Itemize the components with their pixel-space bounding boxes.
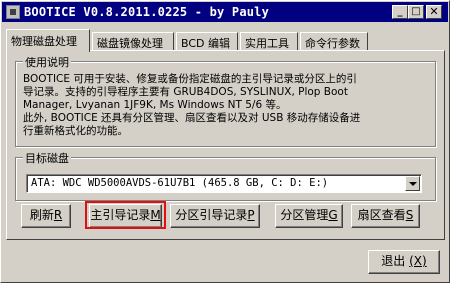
tab-physical-disk[interactable]: 物理磁盘处理: [6, 29, 90, 52]
title-bar[interactable]: BOOTICE V0.8.2011.0225 - by Pauly _ □ ✕: [2, 2, 448, 22]
chevron-down-icon[interactable]: [405, 176, 420, 191]
usage-group: 使用说明 BOOTICE 可用于安装、修复或备份指定磁盘的主引导记录或分区上的引…: [15, 54, 436, 147]
refresh-accel: R: [53, 208, 63, 222]
minimize-icon: _: [397, 6, 403, 17]
refresh-button[interactable]: 刷新R: [21, 204, 71, 228]
tab-utilities[interactable]: 实用工具: [240, 32, 298, 51]
close-icon: ✕: [429, 5, 439, 18]
mbr-highlight-box: [85, 201, 166, 229]
exit-label: 退出: [381, 254, 406, 268]
exit-accel: (X): [409, 254, 427, 268]
bootice-window: BOOTICE V0.8.2011.0225 - by Pauly _ □ ✕ …: [0, 0, 450, 283]
maximize-icon: □: [411, 6, 421, 17]
physical-disk-panel: 使用说明 BOOTICE 可用于安装、修复或备份指定磁盘的主引导记录或分区上的引…: [6, 50, 445, 240]
target-disk-select[interactable]: ATA: WDC WD5000AVDS-61U7B1 (465.8 GB, C:…: [26, 174, 422, 193]
sector-view-label: 扇区查看: [357, 208, 406, 222]
partition-manage-button[interactable]: 分区管理G: [275, 204, 343, 228]
sector-view-button[interactable]: 扇区查看S: [351, 204, 420, 228]
tab-strip: 物理磁盘处理 磁盘镜像处理 BCD 编辑 实用工具 命令行参数: [6, 29, 446, 52]
pbr-button[interactable]: 分区引导记录P: [170, 204, 260, 228]
target-disk-legend: 目标磁盘: [23, 150, 71, 166]
window-title: BOOTICE V0.8.2011.0225 - by Pauly: [24, 5, 270, 19]
minimize-button[interactable]: _: [392, 5, 408, 19]
pbr-label: 分区引导记录: [175, 208, 248, 222]
tab-disk-image[interactable]: 磁盘镜像处理: [92, 32, 174, 51]
partition-manage-label: 分区管理: [280, 208, 329, 222]
exit-button[interactable]: 退出 (X): [368, 250, 440, 274]
target-disk-value: ATA: WDC WD5000AVDS-61U7B1 (465.8 GB, C:…: [31, 177, 329, 189]
usage-description: BOOTICE 可用于安装、修复或备份指定磁盘的主引导记录或分区上的引 导记录。…: [23, 73, 361, 137]
maximize-button[interactable]: □: [408, 5, 424, 19]
sector-view-accel: S: [405, 208, 414, 222]
usage-legend: 使用说明: [23, 54, 71, 70]
tab-bcd-edit[interactable]: BCD 编辑: [176, 32, 238, 51]
pbr-accel: P: [247, 208, 255, 222]
close-button[interactable]: ✕: [426, 5, 442, 19]
refresh-label: 刷新: [29, 208, 54, 222]
tab-command-line[interactable]: 命令行参数: [300, 32, 368, 51]
partition-manage-accel: G: [328, 208, 338, 222]
app-icon: [6, 5, 20, 19]
target-disk-group: 目标磁盘 ATA: WDC WD5000AVDS-61U7B1 (465.8 G…: [15, 150, 436, 201]
